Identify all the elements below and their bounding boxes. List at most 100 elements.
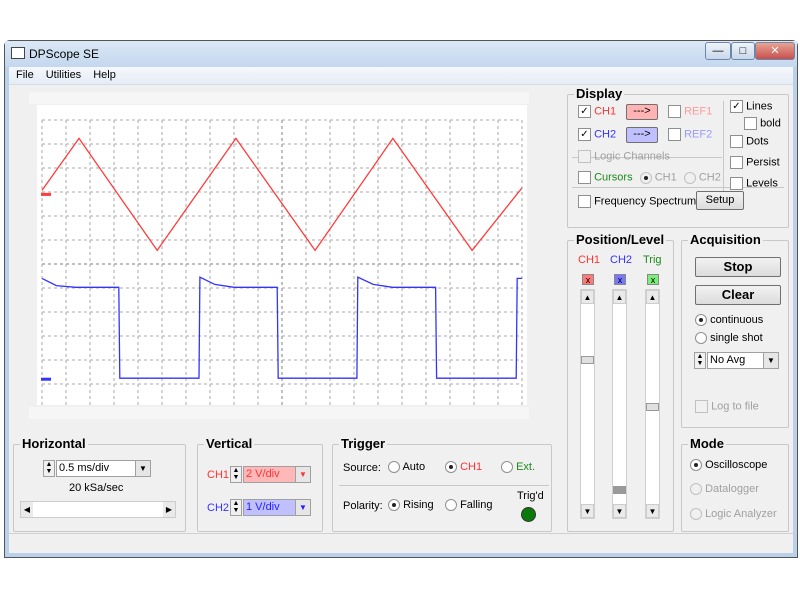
oscilloscope-label: Oscilloscope <box>705 459 768 471</box>
persist-label: Persist <box>746 156 780 169</box>
mode-group: Mode Oscilloscope Datalogger Logic Analy… <box>681 436 789 532</box>
trigd-label: Trig'd <box>517 490 544 502</box>
logic-analyzer-radio[interactable] <box>690 508 702 521</box>
trig-reset-button[interactable]: x <box>647 274 659 285</box>
status-bar <box>9 533 793 553</box>
logic-channels-label: Logic Channels <box>594 150 670 163</box>
stop-button[interactable]: Stop <box>695 257 781 277</box>
pos-ch1-label: CH1 <box>578 254 601 266</box>
logic-channels-checkbox[interactable] <box>578 150 591 163</box>
freq-spectrum-checkbox[interactable] <box>578 195 591 208</box>
scope-screen <box>37 105 527 409</box>
trigger-title: Trigger <box>339 436 388 451</box>
acquisition-title: Acquisition <box>688 232 763 247</box>
lines-label: Lines <box>746 100 773 113</box>
single-shot-radio[interactable] <box>695 332 707 345</box>
single-shot-label: single shot <box>710 332 763 344</box>
pos-ch2-label: CH2 <box>610 254 633 266</box>
ch1-ref-button[interactable]: ---> <box>626 104 658 120</box>
timebase-spinner[interactable]: ▲ ▼ <box>43 460 55 477</box>
menu-bar: File Utilities Help <box>9 67 793 85</box>
ch2-vdiv-value: 1 V/div <box>246 501 280 513</box>
freq-spectrum-label: Frequency Spectrum <box>594 195 697 208</box>
logic-analyzer-label: Logic Analyzer <box>705 508 777 520</box>
ch1-label: CH1 <box>594 105 617 118</box>
waveform-display <box>41 119 523 409</box>
setup-button[interactable]: Setup <box>696 191 744 210</box>
horizontal-group: Horizontal ▲ ▼ 0.5 ms/div ▼ 20 kSa/sec ◀ ▶ <box>13 436 186 532</box>
ref2-checkbox[interactable] <box>668 128 681 141</box>
ch2-ref-button[interactable]: ---> <box>626 127 658 143</box>
ch1-vdiv-select[interactable]: 2 V/div ▼ <box>243 466 311 483</box>
trigd-indicator <box>521 507 536 522</box>
maximize-button[interactable]: □ <box>731 42 755 60</box>
ch2-checkbox[interactable]: ✓ <box>578 128 591 141</box>
persist-checkbox[interactable] <box>730 156 743 169</box>
minimize-button[interactable]: — <box>705 42 731 60</box>
ch1-reset-button[interactable]: x <box>582 274 594 285</box>
ref1-checkbox[interactable] <box>668 105 681 118</box>
cursor-ch2-radio[interactable] <box>683 171 696 184</box>
display-title: Display <box>574 86 625 101</box>
source-ext-label: Ext. <box>516 461 536 473</box>
source-ch1-radio[interactable] <box>445 461 457 474</box>
menu-utilities[interactable]: Utilities <box>41 67 86 84</box>
ch2-reset-button[interactable]: x <box>614 274 626 285</box>
ch2-vdiv-select[interactable]: 1 V/div ▼ <box>243 499 311 516</box>
trigger-level-slider[interactable]: ▲ ▼ <box>645 289 660 519</box>
cursors-checkbox[interactable] <box>578 171 591 184</box>
source-ext-radio[interactable] <box>501 461 513 474</box>
horizontal-position-scrollbar[interactable]: ◀ ▶ <box>20 501 176 518</box>
clear-button[interactable]: Clear <box>695 285 781 305</box>
datalogger-label: Datalogger <box>705 483 759 495</box>
cursor-ch1-label: CH1 <box>654 171 677 184</box>
bold-checkbox[interactable] <box>744 117 757 130</box>
continuous-label: continuous <box>710 314 764 326</box>
continuous-radio[interactable] <box>695 314 707 327</box>
ch1-vdiv-value: 2 V/div <box>246 468 280 480</box>
bottom-scrollbar[interactable] <box>29 407 529 419</box>
source-ch1-label: CH1 <box>460 461 483 473</box>
lines-checkbox[interactable]: ✓ <box>730 100 743 113</box>
source-label: Source: <box>343 462 381 474</box>
oscilloscope-radio[interactable] <box>690 459 702 472</box>
display-group: Display ✓ CH1 ---> REF1 ✓ CH2 ---> REF2 … <box>567 86 789 228</box>
app-icon <box>11 47 25 59</box>
timebase-value: 0.5 ms/div <box>59 462 110 474</box>
window-title: DPScope SE <box>29 47 100 61</box>
top-scrollbar[interactable] <box>29 92 529 104</box>
ch1-checkbox[interactable]: ✓ <box>578 105 591 118</box>
averaging-select[interactable]: No Avg ▼ <box>707 352 779 369</box>
falling-radio[interactable] <box>445 499 457 512</box>
ref2-label: REF2 <box>684 128 713 141</box>
log-to-file-checkbox[interactable] <box>695 400 708 413</box>
avg-spinner[interactable]: ▲ ▼ <box>694 352 706 369</box>
levels-checkbox[interactable] <box>730 177 743 190</box>
vertical-title: Vertical <box>204 436 255 451</box>
cursor-ch1-radio[interactable] <box>639 171 652 184</box>
datalogger-radio[interactable] <box>690 483 702 496</box>
close-button[interactable]: ✕ <box>755 42 795 60</box>
app-window: DPScope SE — □ ✕ File Utilities Help Dis… <box>4 40 798 558</box>
ch1-vdiv-label: CH1: <box>207 469 233 481</box>
log-to-file-label: Log to file <box>711 400 759 413</box>
rising-radio[interactable] <box>388 499 400 512</box>
pos-trig-label: Trig <box>643 254 662 266</box>
ch2-position-slider[interactable]: ▲ ▼ <box>612 289 627 519</box>
source-auto-radio[interactable] <box>388 461 400 474</box>
dots-checkbox[interactable] <box>730 135 743 148</box>
title-bar: DPScope SE — □ ✕ <box>5 41 797 67</box>
levels-label: Levels <box>746 177 778 190</box>
cursor-ch2-label: CH2 <box>698 171 721 184</box>
menu-file[interactable]: File <box>11 67 39 84</box>
position-level-group: Position/Level CH1 CH2 Trig x x x ▲ ▼ ▲ ▼ … <box>567 232 674 532</box>
acquisition-group: Acquisition Stop Clear continuous single… <box>681 232 789 428</box>
averaging-value: No Avg <box>710 354 746 366</box>
position-title: Position/Level <box>574 232 667 247</box>
ch1-position-slider[interactable]: ▲ ▼ <box>580 289 595 519</box>
menu-help[interactable]: Help <box>88 67 121 84</box>
timebase-select[interactable]: 0.5 ms/div ▼ <box>56 460 151 477</box>
ch2-vdiv-spinner[interactable]: ▲ ▼ <box>230 499 242 516</box>
ch1-vdiv-spinner[interactable]: ▲ ▼ <box>230 466 242 483</box>
rising-label: Rising <box>403 499 434 511</box>
